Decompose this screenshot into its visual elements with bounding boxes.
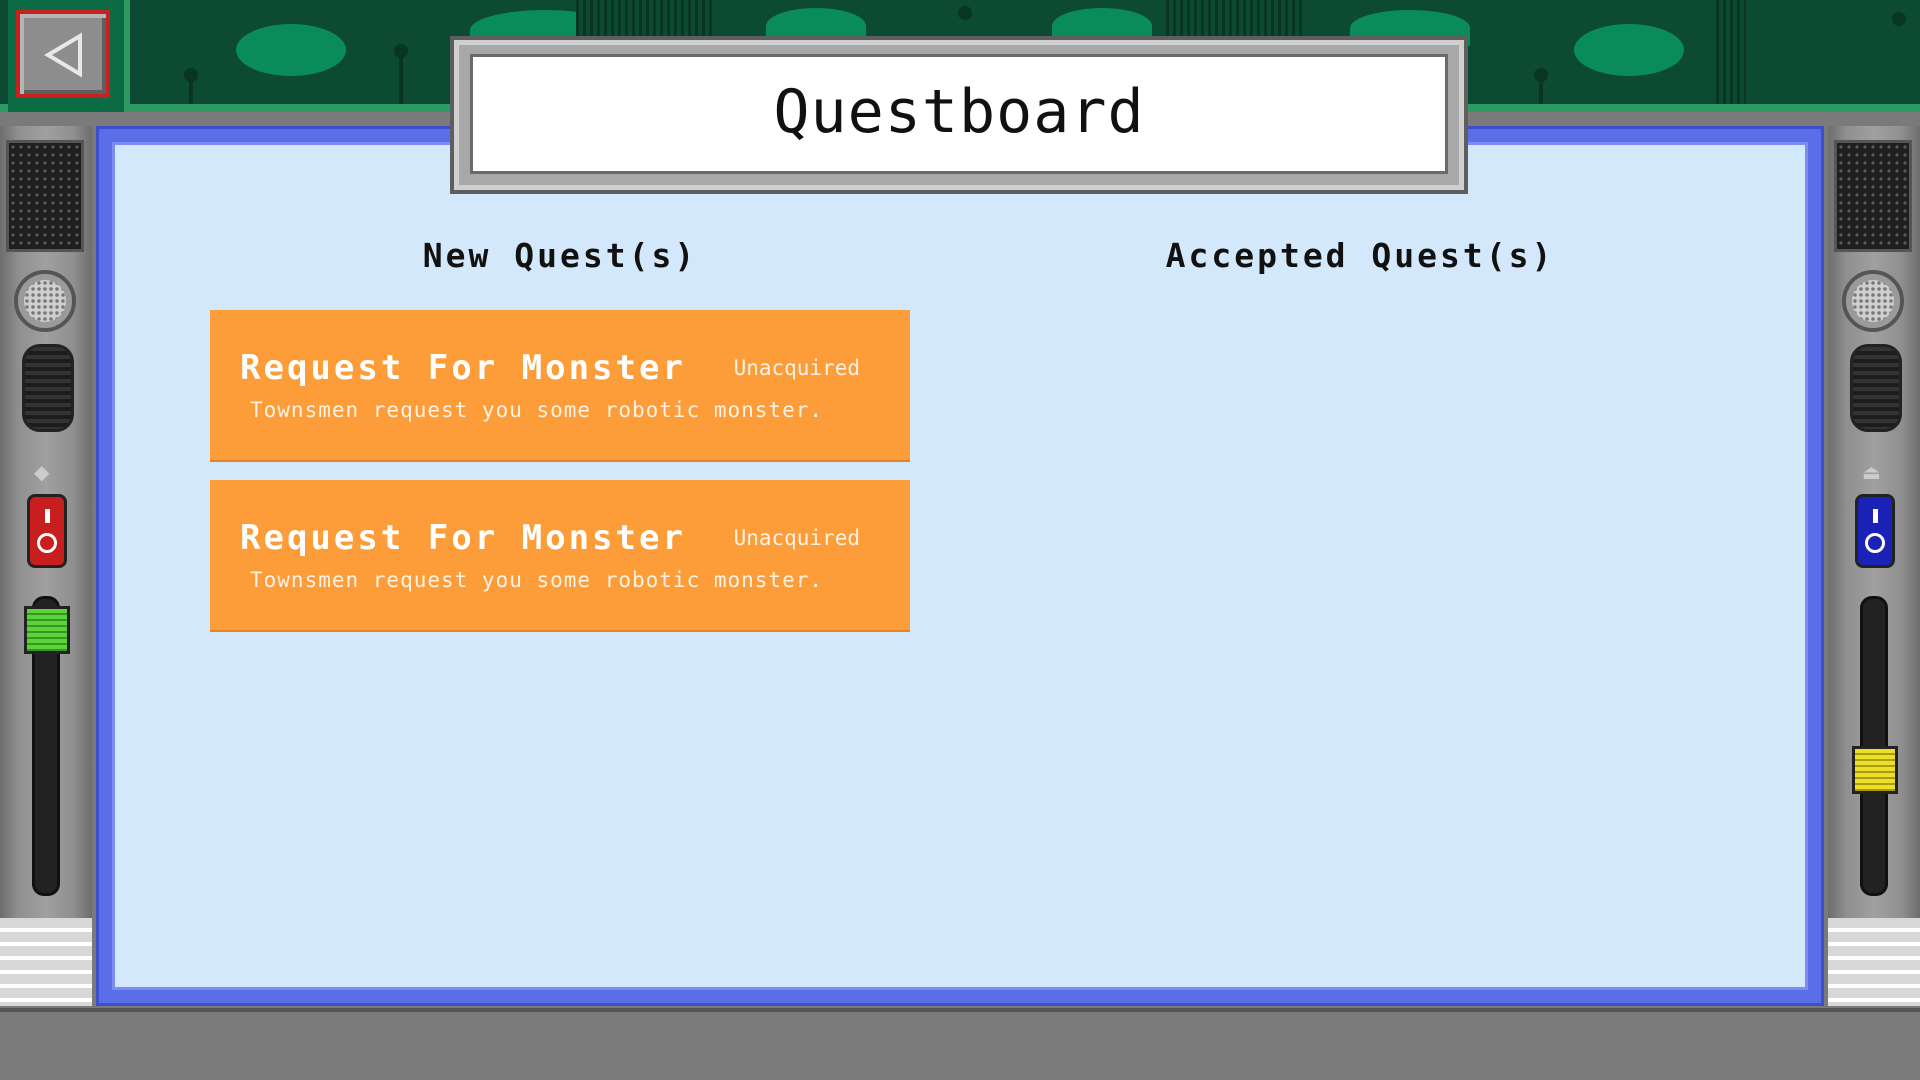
diamond-icon: ◆	[34, 460, 50, 484]
page-title: Questboard	[773, 77, 1145, 147]
dial-knob[interactable]	[1842, 270, 1904, 332]
accepted-quests-list	[1010, 310, 1710, 910]
slider-handle-green[interactable]	[24, 606, 70, 654]
back-button-face[interactable]	[16, 10, 110, 98]
circuit-pin-head	[184, 68, 198, 82]
scroll-roller[interactable]	[1850, 344, 1902, 432]
quest-card[interactable]: Request For Monster Unacquired Townsmen …	[210, 310, 910, 462]
switch-off-mark	[1865, 533, 1885, 553]
circuit-pin-head	[1892, 12, 1906, 26]
upload-icon: ⏏	[1862, 460, 1881, 484]
switch-on-mark	[45, 509, 50, 523]
quest-description: Townsmen request you some robotic monste…	[250, 398, 824, 422]
accepted-quests-heading: Accepted Quest(s)	[1165, 236, 1555, 275]
switch-off-mark	[37, 533, 57, 553]
power-switch-red[interactable]	[27, 494, 67, 568]
right-control-panel: ⏏	[1828, 126, 1920, 1006]
left-control-panel: ◆	[0, 126, 92, 1006]
bottom-bar	[0, 1008, 1920, 1080]
quest-status: Unacquired	[733, 356, 860, 380]
slider-handle-yellow[interactable]	[1852, 746, 1898, 794]
title-plate: Questboard	[450, 36, 1468, 194]
quest-description: Townsmen request you some robotic monste…	[250, 568, 824, 592]
circuit-pin-head	[958, 6, 972, 20]
circuit-pin-head	[1534, 68, 1548, 82]
title-plate-face: Questboard	[470, 54, 1448, 174]
circuit-grate	[1716, 0, 1746, 104]
quest-card[interactable]: Request For Monster Unacquired Townsmen …	[210, 480, 910, 632]
panel-vent	[0, 918, 92, 1006]
back-button[interactable]	[8, 0, 130, 112]
quest-status: Unacquired	[733, 526, 860, 550]
triangle-left-icon	[44, 32, 82, 78]
speaker-grille	[1834, 140, 1912, 252]
quest-title: Request For Monster	[240, 518, 686, 558]
circuit-pin	[399, 52, 403, 104]
circuit-pin-head	[394, 44, 408, 58]
circuit-pad	[236, 24, 346, 76]
switch-on-mark	[1873, 509, 1878, 523]
quest-title: Request For Monster	[240, 348, 686, 388]
dial-knob[interactable]	[14, 270, 76, 332]
new-quests-heading: New Quest(s)	[422, 236, 698, 275]
circuit-pad	[1574, 24, 1684, 76]
power-switch-blue[interactable]	[1855, 494, 1895, 568]
scroll-roller[interactable]	[22, 344, 74, 432]
speaker-grille	[6, 140, 84, 252]
panel-vent	[1828, 918, 1920, 1006]
